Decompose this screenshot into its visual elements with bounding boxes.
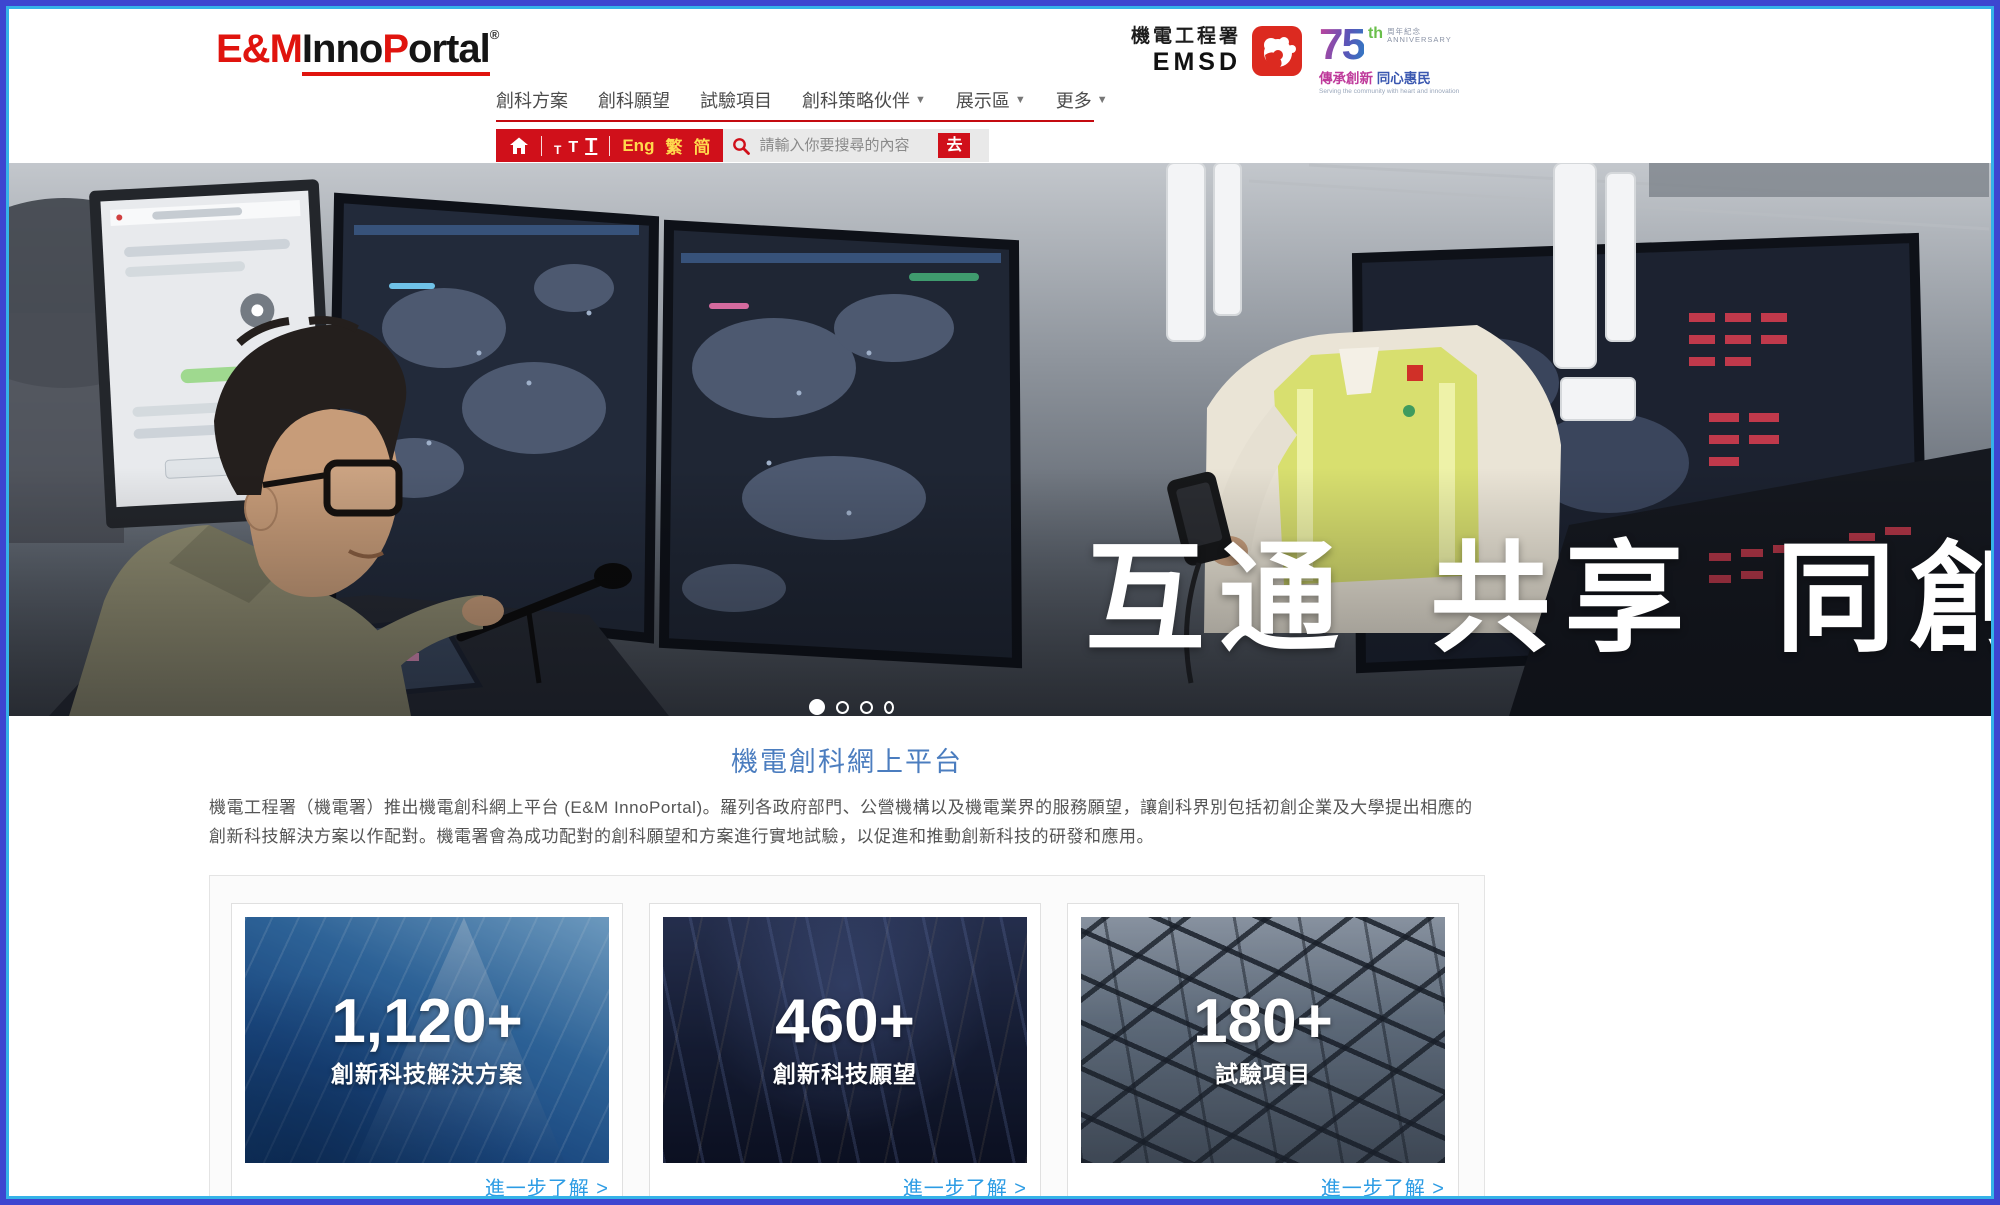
chevron-down-icon: ▼ xyxy=(1015,94,1026,106)
search-go-button[interactable]: 去 xyxy=(938,133,970,158)
stat-card-wishes: 460+ 創新科技願望 進一步了解 > xyxy=(649,903,1041,1196)
stat-label: 創新科技解決方案 xyxy=(331,1055,523,1089)
lang-simplified-button[interactable]: 简 xyxy=(693,133,710,158)
logo-registered-mark: ® xyxy=(490,27,499,42)
font-size-large-button[interactable]: T xyxy=(585,136,597,156)
font-size-small-button[interactable]: T xyxy=(554,144,561,156)
stat-card-trials: 180+ 試驗項目 進一步了解 > xyxy=(1067,903,1459,1196)
stat-card-solutions: 1,120+ 創新科技解決方案 進一步了解 > xyxy=(231,903,623,1196)
section-title: 機電創科網上平台 xyxy=(209,740,1485,779)
toolbar-divider xyxy=(541,136,542,156)
anniv-slogan-1: 傳承創新 xyxy=(1319,71,1373,86)
learn-more-link-wishes[interactable]: 進一步了解 > xyxy=(903,1172,1027,1196)
carousel-dot-1[interactable] xyxy=(809,699,825,715)
window-frame: E&MInnoPortal® 創科方案 創科願望 試驗項目 創科策略伙伴▼ 展示… xyxy=(0,0,2000,1205)
nav-item-solutions[interactable]: 創科方案 xyxy=(496,87,568,113)
page: E&MInnoPortal® 創科方案 創科願望 試驗項目 創科策略伙伴▼ 展示… xyxy=(9,9,1991,1196)
nav-item-strategic-partners[interactable]: 創科策略伙伴▼ xyxy=(802,87,926,113)
intro-paragraph: 機電工程署（機電署）推出機電創科網上平台 (E&M InnoPortal)。羅列… xyxy=(209,793,1485,851)
logo-em: E&M xyxy=(216,27,302,71)
nav-underline xyxy=(496,120,1094,122)
carousel-dot-2[interactable] xyxy=(836,701,849,714)
learn-more-link-solutions[interactable]: 進一步了解 > xyxy=(485,1172,609,1196)
card-image-steel-roof: 180+ 試驗項目 xyxy=(1081,917,1445,1163)
language-switcher: Eng 繁 简 xyxy=(622,133,710,158)
stat-label: 創新科技願望 xyxy=(773,1055,917,1089)
anniv-number: 75 xyxy=(1319,23,1364,67)
emsd-logo[interactable]: 機電工程署 EMSD xyxy=(1131,25,1303,77)
nav-item-wishes[interactable]: 創科願望 xyxy=(598,87,670,113)
site-logo[interactable]: E&MInnoPortal® xyxy=(216,27,498,72)
search-input[interactable] xyxy=(757,136,931,155)
main-content: 機電創科網上平台 機電工程署（機電署）推出機電創科網上平台 (E&M InnoP… xyxy=(209,740,1485,1196)
stat-value: 1,120+ xyxy=(331,991,522,1053)
stats-panel: 1,120+ 創新科技解決方案 進一步了解 > 460+ 創新科技願望 進一步了… xyxy=(209,875,1485,1196)
card-image-skyscraper: 1,120+ 創新科技解決方案 xyxy=(245,917,609,1163)
search-box: 去 xyxy=(723,129,989,162)
toolbar-divider xyxy=(609,136,610,156)
anniv-slogan-2: 同心惠民 xyxy=(1377,71,1431,86)
toolbar-red-section: T T T Eng 繁 简 xyxy=(496,129,723,162)
lang-traditional-button[interactable]: 繁 xyxy=(665,133,682,158)
stat-value: 460+ xyxy=(775,991,915,1053)
logo-inno: Inno xyxy=(302,27,382,71)
main-nav: 創科方案 創科願望 試驗項目 創科策略伙伴▼ 展示區▼ 更多▼ xyxy=(496,87,1108,113)
stat-label: 試驗項目 xyxy=(1215,1055,1311,1089)
font-size-medium-button[interactable]: T xyxy=(568,140,578,156)
logo-ortal: ortal xyxy=(408,27,490,71)
logo-p: P xyxy=(382,27,408,71)
nav-item-showcase[interactable]: 展示區▼ xyxy=(956,87,1026,113)
card-image-exhibition: 460+ 創新科技願望 xyxy=(663,917,1027,1163)
search-icon xyxy=(732,137,750,155)
hero-carousel: 互通 共享 同創 xyxy=(9,163,1991,716)
learn-more-link-trials[interactable]: 進一步了解 > xyxy=(1321,1172,1445,1196)
hero-slogan: 互通 共享 同創 xyxy=(1085,501,1991,675)
emsd-chinese-name: 機電工程署 xyxy=(1131,26,1241,48)
home-icon[interactable] xyxy=(509,136,529,156)
anniv-th: th xyxy=(1368,26,1383,42)
header: E&MInnoPortal® 創科方案 創科願望 試驗項目 創科策略伙伴▼ 展示… xyxy=(9,9,1991,163)
anniv-sub-en: ANNIVERSARY xyxy=(1387,36,1452,44)
carousel-dot-3[interactable] xyxy=(860,701,873,714)
anniv-tagline: Serving the community with heart and inn… xyxy=(1319,89,1509,96)
font-size-controls: T T T xyxy=(554,136,597,156)
carousel-dot-4[interactable] xyxy=(884,701,894,714)
emsd-english-name: EMSD xyxy=(1131,48,1241,77)
chevron-down-icon: ▼ xyxy=(1097,94,1108,106)
utility-toolbar: T T T Eng 繁 简 去 xyxy=(496,129,989,162)
carousel-dots xyxy=(809,699,894,715)
nav-item-more[interactable]: 更多▼ xyxy=(1056,87,1108,113)
chevron-down-icon: ▼ xyxy=(915,94,926,106)
emsd-emblem-icon xyxy=(1251,25,1303,77)
lang-english-button[interactable]: Eng xyxy=(622,136,654,156)
stat-value: 180+ xyxy=(1193,991,1333,1053)
nav-item-trial-projects[interactable]: 試驗項目 xyxy=(700,87,772,113)
anniversary-75-logo[interactable]: 75 th 周年紀念 ANNIVERSARY 傳承創新 同心惠民 Serving… xyxy=(1319,23,1509,95)
